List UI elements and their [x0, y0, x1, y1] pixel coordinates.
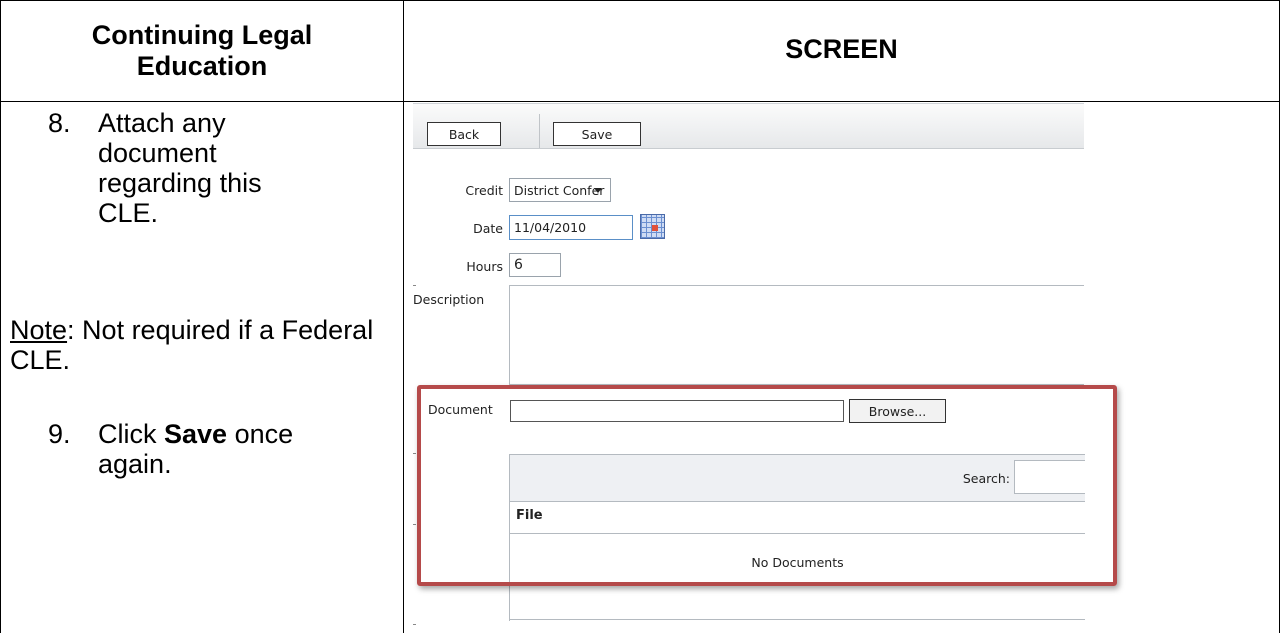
grid-divider	[510, 619, 1085, 620]
description-label: Description	[413, 292, 485, 307]
step-number: 8.	[48, 108, 71, 138]
header-left-title: Continuing Legal Education	[91, 20, 313, 81]
date-field[interactable]: 11/04/2010	[509, 215, 633, 240]
note: Note: Not required if a Federal CLE.	[10, 315, 390, 375]
credit-select[interactable]: District Confer	[509, 178, 611, 202]
save-button[interactable]: Save	[553, 122, 641, 146]
highlight-box	[417, 385, 1117, 586]
column-header-topic: Continuing Legal Education	[1, 1, 403, 101]
table-border	[403, 0, 404, 633]
toolbar-separator	[539, 114, 540, 148]
date-label: Date	[473, 221, 503, 236]
note-label: Note	[10, 315, 68, 345]
step-text: Click Save once again.	[98, 419, 358, 479]
back-button[interactable]: Back	[427, 122, 501, 146]
table-border	[0, 101, 1280, 102]
step-text: Attach any document regarding this CLE.	[98, 108, 262, 228]
toolbar	[413, 103, 1084, 149]
step-text-bold: Save	[164, 419, 228, 449]
step-number: 9.	[48, 419, 71, 449]
chevron-down-icon	[594, 188, 602, 193]
hours-field[interactable]: 6	[509, 253, 561, 277]
hours-label: Hours	[466, 259, 503, 274]
calendar-icon[interactable]	[640, 214, 665, 239]
credit-label: Credit	[465, 183, 503, 198]
step-text-pre: Click	[98, 419, 164, 449]
description-field[interactable]	[509, 285, 1084, 385]
divider-tick	[413, 624, 416, 625]
column-header-screen: SCREEN	[785, 34, 898, 64]
credit-value: District Confer	[514, 182, 605, 198]
divider-tick	[413, 285, 416, 286]
divider-tick	[413, 524, 416, 525]
divider-tick	[413, 453, 416, 454]
